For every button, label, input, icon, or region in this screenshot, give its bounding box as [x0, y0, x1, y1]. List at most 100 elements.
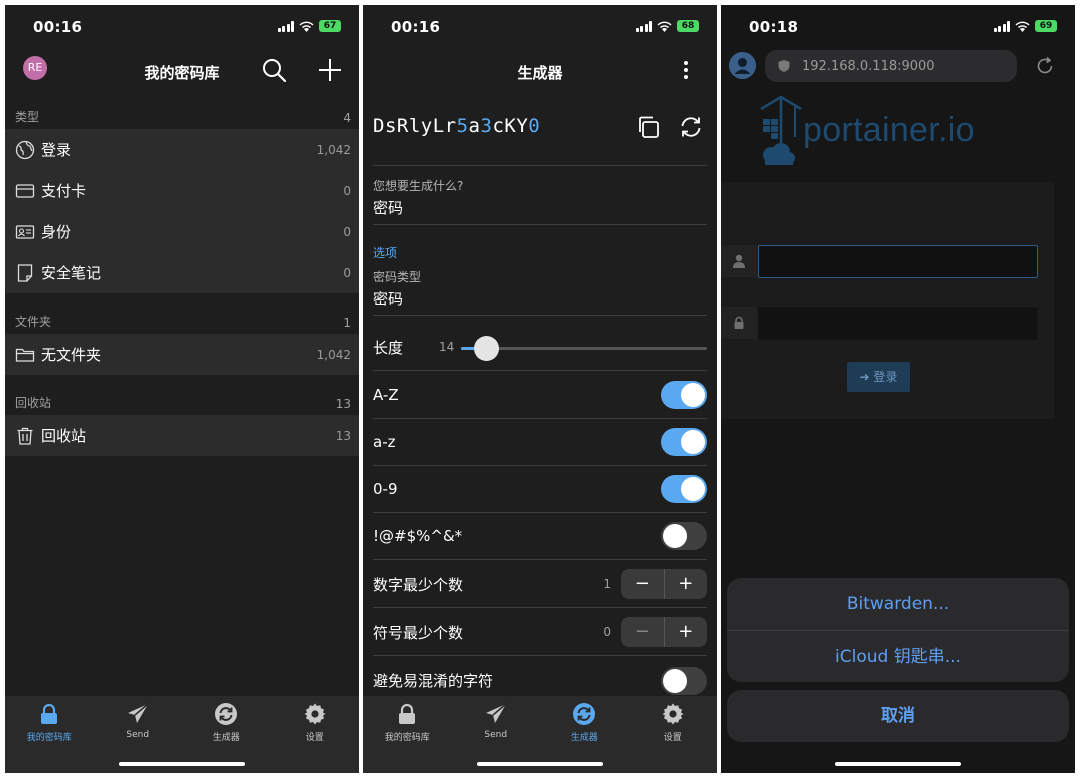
- trash-header-label: 回收站: [15, 396, 52, 410]
- nav-bar: 生成器: [363, 49, 717, 93]
- toggle-row-numbers: 0-9: [373, 466, 707, 513]
- password-autofill-sheet: Bitwarden... iCloud 钥匙串...: [727, 578, 1069, 682]
- special-toggle[interactable]: [661, 522, 707, 550]
- wifi-icon: [299, 21, 314, 32]
- password-digit: 3: [480, 115, 493, 137]
- lock-icon: [41, 703, 58, 724]
- tab-label: 设置: [663, 733, 682, 743]
- tab-label: 生成器: [570, 733, 598, 743]
- list-item-login[interactable]: 登录 1,042: [5, 129, 359, 170]
- length-value: 14: [439, 340, 455, 354]
- folders-list: 无文件夹 1,042: [5, 334, 359, 375]
- status-time: 00:18: [749, 18, 799, 36]
- divider: [373, 165, 707, 166]
- password-input[interactable]: [758, 307, 1038, 340]
- username-icon-box: [721, 245, 757, 277]
- address-bar[interactable]: 192.168.0.118:9000: [765, 50, 1017, 82]
- password-digit: 5: [456, 115, 469, 137]
- decrement-button[interactable]: −: [621, 569, 665, 599]
- trash-list: 回收站 13: [5, 415, 359, 456]
- list-item-label: 安全笔记: [41, 264, 102, 282]
- tab-label: 设置: [305, 733, 324, 743]
- home-indicator: [477, 762, 603, 766]
- add-icon[interactable]: [317, 57, 343, 83]
- trash-header-count: 13: [335, 397, 351, 411]
- lock-icon: [399, 703, 416, 724]
- regenerate-icon[interactable]: [679, 115, 703, 139]
- user-profile-icon[interactable]: [729, 52, 756, 79]
- password-chars: cKY: [492, 115, 529, 137]
- cancel-button[interactable]: 取消: [727, 690, 1069, 742]
- search-icon[interactable]: [261, 57, 287, 83]
- copy-icon[interactable]: [636, 115, 660, 139]
- tab-label: Send: [484, 730, 508, 740]
- numbers-toggle[interactable]: [661, 475, 707, 503]
- lock-icon: [734, 316, 744, 329]
- min-numbers-row: 数字最少个数 1 − +: [373, 561, 707, 608]
- toggle-label: A-Z: [373, 386, 399, 404]
- types-section-header: 类型 4: [5, 91, 359, 129]
- length-label: 长度: [373, 338, 404, 357]
- tab-label: Send: [126, 730, 150, 740]
- login-button[interactable]: ➜ 登录: [847, 362, 910, 392]
- increment-button[interactable]: +: [665, 569, 708, 599]
- list-item-card[interactable]: 支付卡 0: [5, 170, 359, 211]
- list-item-identity[interactable]: 身份 0: [5, 211, 359, 252]
- slider-thumb[interactable]: [473, 336, 499, 361]
- list-item-label: 登录: [41, 141, 72, 159]
- list-item-no-folder[interactable]: 无文件夹 1,042: [5, 334, 359, 375]
- types-list: 登录 1,042 支付卡 0 身份 0 安全笔记 0: [5, 129, 359, 293]
- user-icon: [733, 254, 745, 268]
- types-header-label: 类型: [15, 110, 40, 124]
- trash-icon: [17, 427, 33, 445]
- gear-icon: [662, 703, 684, 725]
- length-slider[interactable]: [461, 336, 707, 361]
- generated-password: DsRlyLr5a3cKY0: [373, 115, 540, 137]
- status-bar: 00:16 67: [5, 5, 359, 49]
- what-value[interactable]: 密码: [373, 197, 403, 218]
- login-button-label: 登录: [873, 370, 898, 384]
- list-item-secure-note[interactable]: 安全笔记 0: [5, 252, 359, 293]
- uppercase-toggle[interactable]: [661, 381, 707, 409]
- id-card-icon: [15, 224, 35, 239]
- list-item-trash[interactable]: 回收站 13: [5, 415, 359, 456]
- cancel-sheet: 取消: [727, 690, 1069, 742]
- vault-screen: 00:16 67 RE 我的密码库 类型 4 登录 1,042 支付卡 0 身份…: [5, 5, 359, 773]
- trash-section-header: 回收站 13: [5, 377, 359, 415]
- list-item-count: 0: [343, 224, 351, 239]
- nav-bar: RE 我的密码库: [5, 49, 359, 93]
- increment-button[interactable]: +: [665, 617, 708, 647]
- toggle-label: a-z: [373, 433, 396, 451]
- pw-type-value[interactable]: 密码: [373, 288, 403, 309]
- list-item-count: 0: [343, 183, 351, 198]
- list-item-count: 0: [343, 265, 351, 280]
- page-title: 生成器: [517, 64, 563, 82]
- more-icon[interactable]: [681, 57, 691, 83]
- sheet-option-bitwarden[interactable]: Bitwarden...: [727, 578, 1069, 630]
- decrement-button[interactable]: −: [621, 617, 665, 647]
- types-header-count: 4: [343, 111, 351, 125]
- signal-icon: [993, 20, 1010, 32]
- status-time: 00:16: [33, 18, 83, 36]
- length-row: 长度 14: [373, 324, 707, 371]
- sheet-option-icloud-keychain[interactable]: iCloud 钥匙串...: [727, 630, 1069, 682]
- avoid-ambiguous-toggle[interactable]: [661, 666, 707, 695]
- password-chars: DsRlyLr: [373, 115, 457, 137]
- portainer-logo-text: portainer.io: [803, 111, 975, 149]
- reload-icon[interactable]: [1035, 56, 1055, 76]
- username-input[interactable]: [758, 245, 1038, 278]
- tab-vault[interactable]: 我的密码库: [5, 696, 94, 773]
- tab-settings[interactable]: 设置: [271, 696, 360, 773]
- battery-icon: 69: [1035, 20, 1057, 32]
- tab-settings[interactable]: 设置: [629, 696, 718, 773]
- tab-vault[interactable]: 我的密码库: [363, 696, 452, 773]
- list-item-label: 支付卡: [41, 182, 87, 200]
- lowercase-toggle[interactable]: [661, 428, 707, 456]
- min-special-row: 符号最少个数 0 − +: [373, 609, 707, 656]
- home-indicator: [835, 762, 961, 766]
- home-indicator: [119, 762, 245, 766]
- password-icon-box: [721, 307, 757, 339]
- status-bar: 00:16 68: [363, 5, 717, 49]
- shield-icon: [778, 60, 790, 72]
- note-icon: [17, 263, 33, 282]
